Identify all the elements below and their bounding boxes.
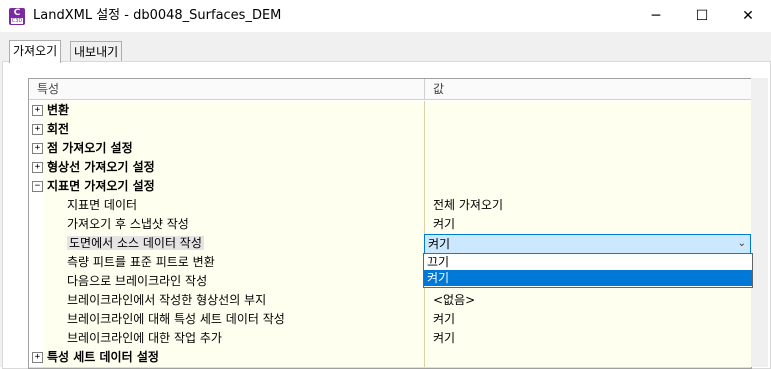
row-name: 측량 피트를 표준 피트로 변환	[43, 253, 424, 272]
dropdown-option-on[interactable]: 켜기	[424, 270, 752, 286]
expand-icon[interactable]: +	[32, 352, 43, 363]
row-value[interactable]: 켜기	[424, 310, 752, 329]
row-value	[424, 158, 752, 177]
scrollbar[interactable]	[751, 78, 768, 367]
property-row-snapshot[interactable]: 가져오기 후 스냅샷 작성 켜기	[29, 215, 752, 235]
combobox-value: 켜기	[428, 237, 451, 251]
expand-icon[interactable]: +	[32, 105, 43, 116]
row-value[interactable]: <없음>	[424, 291, 752, 310]
category-row-point-import[interactable]: + 점 가져오기 설정	[29, 139, 752, 159]
row-name: 특성 세트 데이터 설정	[43, 348, 424, 367]
expand-icon[interactable]: +	[32, 143, 43, 154]
property-row-surface-data[interactable]: 지표면 데이터 전체 가져오기	[29, 196, 752, 216]
row-name: 지표면 가져오기 설정	[43, 177, 424, 196]
row-name: 변환	[43, 101, 424, 120]
value-combobox[interactable]: 켜기 ⌄	[424, 234, 751, 254]
dropdown-option-off[interactable]: 끄기	[424, 254, 752, 270]
property-grid: 특성 값 + 변환 + 회전 + 점 가져오기 설정 + 형상선 가져오기 설정…	[28, 78, 752, 369]
header-value: 값	[433, 82, 445, 96]
row-value	[424, 120, 752, 139]
property-row-breakline-operations[interactable]: 브레이크라인에 대한 작업 추가 켜기	[29, 329, 752, 349]
row-value	[424, 348, 752, 367]
row-value	[424, 177, 752, 196]
close-button[interactable]: ✕	[725, 0, 771, 32]
row-name: 지표면 데이터	[43, 196, 424, 215]
header-separator[interactable]	[424, 79, 425, 99]
row-name: 형상선 가져오기 설정	[43, 158, 424, 177]
category-row-propertyset-data[interactable]: + 특성 세트 데이터 설정	[29, 348, 752, 368]
tab-import[interactable]: 가져오기	[9, 40, 62, 63]
dropdown-list: 끄기 켜기	[423, 253, 753, 288]
minimize-button[interactable]: ─	[633, 0, 679, 32]
category-row-transform[interactable]: + 변환	[29, 101, 752, 121]
row-value[interactable]: 전체 가져오기	[424, 196, 752, 215]
grid-header: 특성 값	[29, 79, 751, 100]
row-name: 브레이크라인에 대해 특성 세트 데이터 작성	[43, 310, 424, 329]
chevron-down-icon[interactable]: ⌄	[738, 235, 746, 253]
category-row-rotation[interactable]: + 회전	[29, 120, 752, 140]
category-row-surface-import[interactable]: − 지표면 가져오기 설정	[29, 177, 752, 197]
collapse-icon[interactable]: −	[32, 181, 43, 192]
row-value[interactable]: 켜기	[424, 329, 752, 348]
row-name: 점 가져오기 설정	[43, 139, 424, 158]
category-row-featureline-import[interactable]: + 형상선 가져오기 설정	[29, 158, 752, 178]
row-name: 다음으로 브레이크라인 작성	[43, 272, 424, 291]
row-name: 가져오기 후 스냅샷 작성	[43, 215, 424, 234]
property-row-source-data[interactable]: 도면에서 소스 데이터 작성 켜기 ⌄	[29, 234, 751, 254]
row-value	[424, 101, 752, 120]
property-row-breakline-propertyset[interactable]: 브레이크라인에 대해 특성 세트 데이터 작성 켜기	[29, 310, 752, 330]
window-title: LandXML 설정 - db0048_Surfaces_DEM	[33, 8, 282, 23]
header-property: 특성	[37, 82, 60, 96]
title-bar: C C3D LandXML 설정 - db0048_Surfaces_DEM ─…	[0, 0, 771, 32]
civil3d-app-icon: C C3D	[9, 8, 25, 25]
property-row-breakline-site[interactable]: 브레이크라인에서 작성한 형상선의 부지 <없음>	[29, 291, 752, 311]
expand-icon[interactable]: +	[32, 162, 43, 173]
maximize-button[interactable]: ☐	[679, 0, 725, 32]
row-name: 회전	[43, 120, 424, 139]
expand-icon[interactable]: +	[32, 124, 43, 135]
row-name: 브레이크라인에서 작성한 형상선의 부지	[43, 291, 424, 310]
row-name: 도면에서 소스 데이터 작성	[67, 236, 204, 250]
row-name: 브레이크라인에 대한 작업 추가	[43, 329, 424, 348]
tab-export[interactable]: 내보내기	[70, 41, 123, 62]
row-value[interactable]: 켜기	[424, 215, 752, 234]
row-value	[424, 139, 752, 158]
